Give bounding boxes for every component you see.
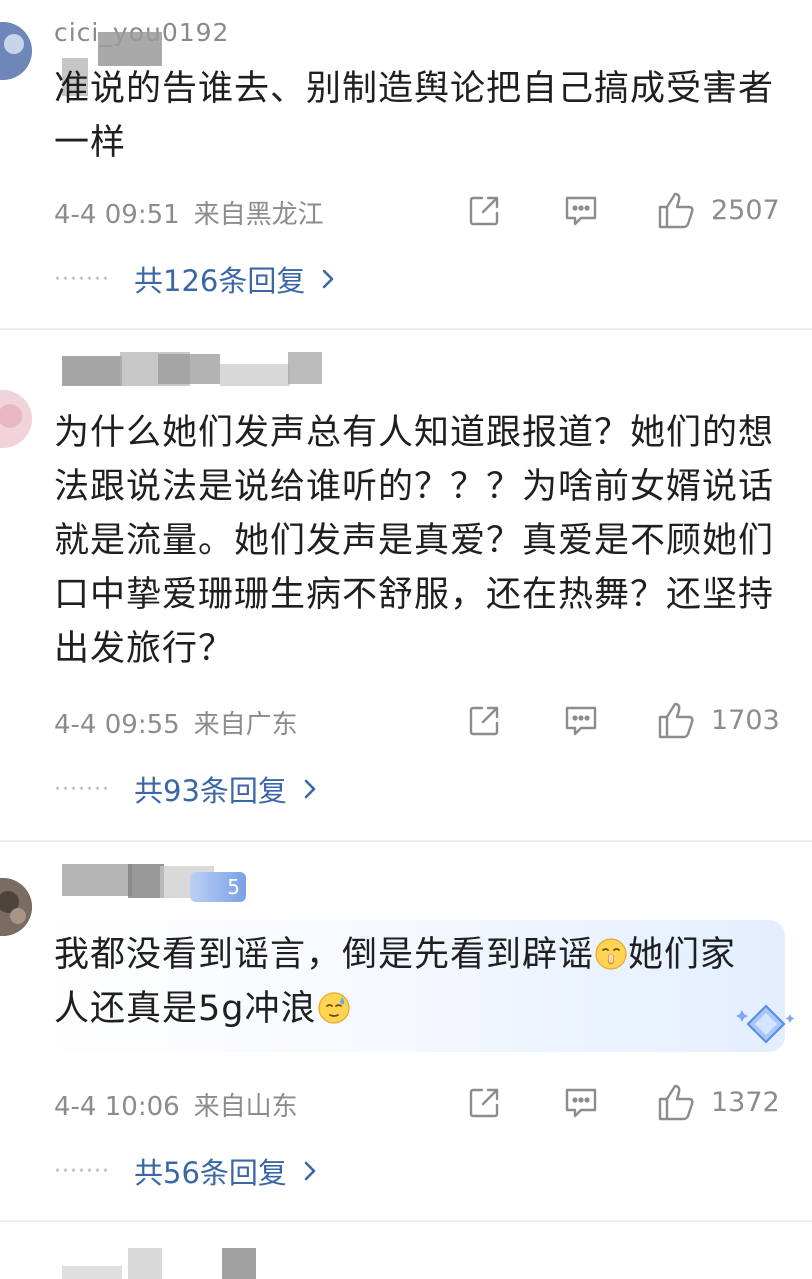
comment-button[interactable] <box>563 194 599 228</box>
comment-region: 来自广东 <box>193 710 298 740</box>
chevron-right-icon <box>304 1161 316 1181</box>
username-mosaic <box>128 1248 162 1279</box>
comment-text: 为什么她们发声总有人知道跟报道？她们的想法跟说法是说给谁听的？？？为啥前女婿说话… <box>54 413 775 669</box>
comment-text-part1: 我都没看到谣言，倒是先看到辟谣 <box>54 935 595 975</box>
divider <box>0 1220 812 1222</box>
thumbs-up-icon <box>658 1084 694 1121</box>
username-mosaic <box>128 864 164 898</box>
comment-time: 4-4 09:51 <box>54 200 180 230</box>
shushing-face-emoji <box>595 938 627 970</box>
replies-link[interactable]: ······· 共93条回复 <box>54 768 317 810</box>
share-icon <box>469 706 499 736</box>
reply-count: 共93条回复 <box>134 774 287 808</box>
comment-time: 4-4 10:06 <box>54 1092 180 1122</box>
dots-decor: ······· <box>54 266 110 292</box>
comment-meta: 4-4 09:51 来自黑龙江 <box>54 194 324 231</box>
like-count: 2507 <box>711 194 780 226</box>
like-button[interactable]: 2507 <box>657 190 780 230</box>
username-mosaic <box>220 364 290 386</box>
username-mosaic <box>98 32 162 66</box>
level-badge: 5 <box>190 872 246 902</box>
share-icon <box>469 1088 499 1118</box>
reply-count: 共126条回复 <box>134 264 306 298</box>
comment-icon <box>565 1088 597 1118</box>
level-badge-text: 5 <box>227 875 240 899</box>
share-icon <box>469 196 499 226</box>
username-mosaic <box>62 864 132 896</box>
username-mosaic <box>62 356 122 386</box>
like-button[interactable]: 1703 <box>657 700 780 740</box>
share-button[interactable] <box>467 194 501 228</box>
comment-meta: 4-4 10:06 来自山东 <box>54 1086 298 1123</box>
avatar[interactable] <box>0 878 32 936</box>
comment-text: 我都没看到谣言，倒是先看到辟谣 她们家人还真是5g冲浪 <box>54 928 742 1036</box>
avatar[interactable] <box>0 390 32 448</box>
replies-link[interactable]: ······· 共56条回复 <box>54 1150 317 1192</box>
replies-link[interactable]: ······· 共126条回复 <box>54 258 335 300</box>
comment-meta: 4-4 09:55 来自广东 <box>54 704 298 741</box>
share-button[interactable] <box>467 704 501 738</box>
comment-text: 准说的告谁去、别制造舆论把自己搞成受害者一样 <box>54 69 775 163</box>
username-mosaic <box>62 1266 122 1279</box>
comment-button[interactable] <box>563 704 599 738</box>
username-mosaic <box>222 1248 256 1279</box>
dots-decor: ······· <box>54 776 110 802</box>
comment-time: 4-4 09:55 <box>54 710 180 740</box>
comment-region: 来自黑龙江 <box>193 200 324 230</box>
share-button[interactable] <box>467 1086 501 1120</box>
chevron-right-icon <box>304 779 316 799</box>
comment-icon <box>565 706 597 736</box>
like-count: 1372 <box>711 1086 780 1118</box>
comment-icon <box>565 196 597 226</box>
dots-decor: ······· <box>54 1158 110 1184</box>
username-mosaic <box>288 352 322 384</box>
thumbs-up-icon <box>658 192 694 229</box>
thumbs-up-icon <box>658 702 694 739</box>
comment-region: 来自山东 <box>193 1092 298 1122</box>
reply-count: 共56条回复 <box>134 1156 287 1190</box>
comment-item: 5 我都没看到谣言，倒是先看到辟谣 她们家人还真是5g冲浪 4-4 10:06 来自… <box>0 842 812 1220</box>
diamond-sticker-icon <box>736 1004 795 1044</box>
username-mosaic <box>158 354 220 384</box>
like-count: 1703 <box>711 704 780 736</box>
comment-item: cici_you0192 准说的告谁去、别制造舆论把自己搞成受害者一样 4-4 … <box>0 0 812 330</box>
comment-button[interactable] <box>563 1086 599 1120</box>
comment-item: 为什么她们发声总有人知道跟报道？她们的想法跟说法是说给谁听的？？？为啥前女婿说话… <box>0 330 812 840</box>
chevron-right-icon <box>323 269 334 289</box>
sweat-face-emoji <box>317 992 350 1024</box>
like-button[interactable]: 1372 <box>657 1082 780 1122</box>
avatar[interactable] <box>0 22 32 80</box>
